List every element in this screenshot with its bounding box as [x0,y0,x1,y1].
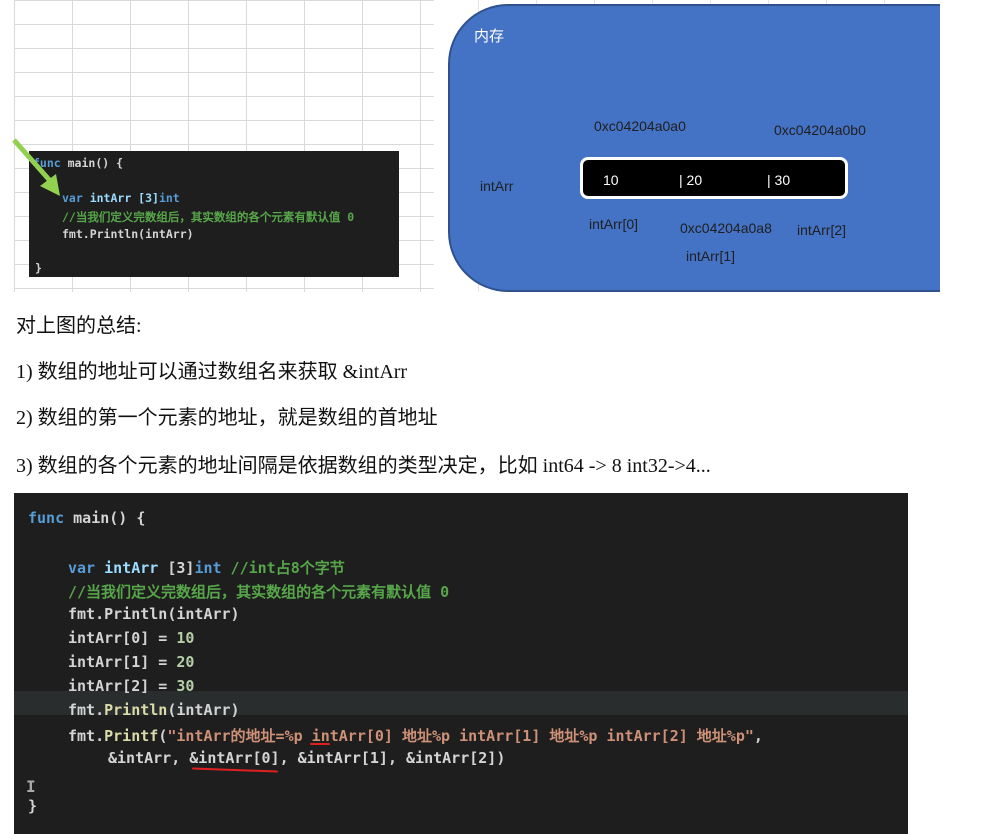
code-text: , [753,727,763,745]
type: int [194,559,222,577]
keyword: var [68,559,96,577]
annotation-underline [191,767,279,773]
number: 20 [176,653,195,671]
code-text: (intArr) [167,701,240,719]
arrow-to-code-icon [12,138,60,196]
code-line: fmt.Printf("intArr的地址=%p intArr[0] 地址%p … [68,725,763,746]
address-first: 0xc04204a0a0 [594,118,686,134]
variable-label: intArr [480,178,514,194]
number: 10 [176,629,195,647]
string-literal: "intArr的地址=%p intArr[0] 地址%p intArr[1] 地… [167,727,754,745]
code-text: fmt. [68,701,105,719]
index-label: intArr[0] [589,216,639,232]
code-line: intArr[1] = 20 [68,653,194,671]
summary-item: 3) 数组的各个元素的地址间隔是依据数组的类型决定，比如 int64 -> 8 … [16,455,711,477]
keyword: func [28,509,65,527]
code-line: fmt.Println(intArr) [68,701,240,719]
code-comment: //int占8个字节 [221,559,345,577]
summary-title: 对上图的总结: [16,315,142,337]
code-line: func main() { [28,509,145,527]
code-editor[interactable]: func main() { var intArr [3]int //int占8个… [14,493,908,834]
code-text: intArr[1] = [68,653,177,671]
array-cell: 10 [603,172,619,188]
code-text: intArr[2] = [68,677,177,695]
annotation-underline [310,743,330,745]
code-text: fmt. [68,727,105,745]
summary-item: 2) 数组的第一个元素的地址，就是数组的首地址 [16,407,438,429]
code-line: } [28,797,38,815]
code-line: intArr[0] = 10 [68,629,194,647]
number: 30 [176,677,195,695]
index-label: intArr[2] [797,222,847,238]
code-text: intArr[0] = [68,629,177,647]
code-text: intArr [95,559,168,577]
text-cursor-icon: I [26,777,36,796]
code-text: main() { [64,509,146,527]
code-line: intArr[2] = 30 [68,677,194,695]
address-second: 0xc04204a0a8 [680,220,772,236]
code-text: ( [158,727,168,745]
code-line: &intArr, &intArr[0], &intArr[1], &intArr… [108,749,506,767]
code-line: var intArr [3]int //int占8个字节 [68,557,345,578]
array-cell: | 30 [767,172,791,188]
code-comment: //当我们定义完数组后，其实数组的各个元素有默认值 0 [68,583,450,601]
index-label: intArr[1] [686,248,736,264]
array-cell: | 20 [679,172,703,188]
function-name: Printf [104,727,159,745]
code-text: [3] [167,559,195,577]
code-line: fmt.Println(intArr) [68,605,240,623]
address-third: 0xc04204a0b0 [774,122,866,138]
function-name: Println [104,701,168,719]
array-box: 10 | 20 | 30 [580,157,848,199]
memory-title: 内存 [474,27,505,45]
summary-item: 1) 数组的地址可以通过数组名来获取 &intArr [16,361,408,383]
